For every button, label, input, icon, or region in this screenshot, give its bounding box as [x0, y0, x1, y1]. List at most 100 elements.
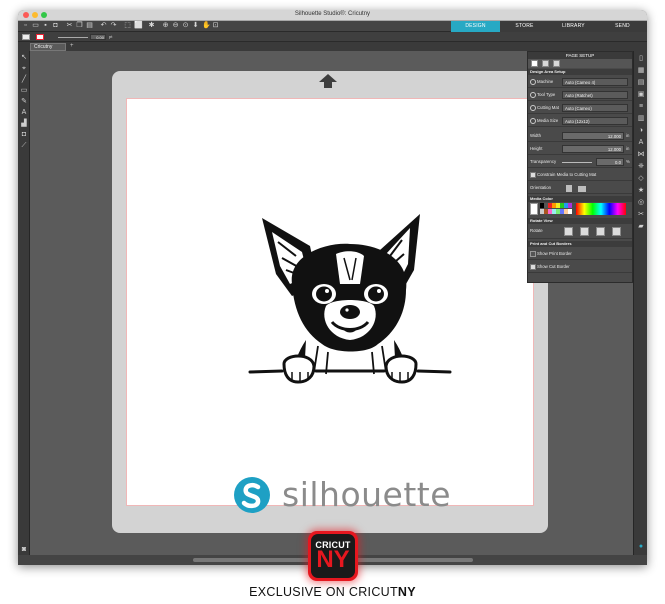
- machine-select[interactable]: Auto (Cameo 4): [562, 78, 628, 86]
- silhouette-logo[interactable]: silhouette: [234, 475, 464, 517]
- transparency-label: Transparency: [530, 159, 557, 164]
- fill-tool-icon[interactable]: ▟: [20, 120, 28, 128]
- cut-icon[interactable]: ✂: [66, 22, 73, 30]
- transparency-slider[interactable]: [562, 162, 592, 163]
- rotate-label: Rotate: [530, 228, 543, 233]
- document-tab[interactable]: Cricutny: [30, 43, 66, 51]
- undo-icon[interactable]: ↶: [100, 22, 107, 30]
- right-panel-toolbar: ▯ ▦ ▤ ▣ ≡ ▥ ◑ A ⋈ ❈ ◇ ★ ◎ ✂ ▰ ●: [633, 51, 647, 565]
- pencil-tool-icon[interactable]: ✎: [20, 98, 28, 106]
- grid-icon[interactable]: ▦: [637, 67, 645, 75]
- page-setup-tabs: [528, 59, 632, 68]
- align-icon[interactable]: ⋈: [637, 151, 645, 159]
- screenshot-stage: Silhouette Studio®: Cricutny ▫ ▭ ▪ ◘ ✂ ❐…: [0, 0, 665, 604]
- deselect-icon[interactable]: ⬜: [134, 22, 143, 30]
- redo-icon[interactable]: ↷: [110, 22, 117, 30]
- white-swatch[interactable]: [568, 209, 572, 214]
- rectangle-tool-icon[interactable]: ▭: [20, 87, 28, 95]
- transparency-field[interactable]: 0.0: [596, 158, 624, 166]
- zoom-fit-icon[interactable]: ⊙: [182, 22, 189, 30]
- media-color-heading: Media Color: [528, 196, 632, 202]
- knife-tool-icon[interactable]: ⟋: [20, 142, 28, 150]
- constrain-checkbox[interactable]: [530, 172, 536, 178]
- text-tool-icon[interactable]: A: [20, 109, 28, 117]
- transparency-unit: %: [626, 159, 630, 164]
- send-panel-icon[interactable]: ▰: [637, 223, 645, 231]
- select-tool-icon[interactable]: ↖: [20, 54, 28, 62]
- zoom-in-icon[interactable]: ⊕: [162, 22, 169, 30]
- background-tab-icon[interactable]: [553, 60, 560, 67]
- fill-color-swatch[interactable]: [22, 34, 30, 40]
- move-down-icon[interactable]: ⬇: [192, 22, 199, 30]
- tab-design[interactable]: DESIGN: [451, 21, 500, 32]
- save-icon[interactable]: ▪: [42, 22, 49, 30]
- transparency-icon[interactable]: ◑: [637, 127, 645, 135]
- color-spectrum[interactable]: [576, 203, 626, 215]
- replicate-icon[interactable]: ❈: [637, 163, 645, 171]
- page-setup-icon[interactable]: ▯: [637, 55, 645, 63]
- layers-icon[interactable]: ▤: [637, 79, 645, 87]
- rotate-90-button[interactable]: [580, 227, 589, 236]
- tab-send[interactable]: SEND: [598, 21, 647, 32]
- paste-icon[interactable]: ▤: [86, 22, 93, 30]
- eraser-tool-icon[interactable]: ◘: [20, 131, 28, 139]
- current-color-swatch[interactable]: [530, 203, 538, 215]
- camera-icon[interactable]: ◙: [20, 546, 28, 554]
- chihuahua-illustration[interactable]: [248, 214, 452, 386]
- purple-swatch[interactable]: [568, 203, 572, 208]
- silhouette-logo-text: silhouette: [282, 475, 452, 514]
- show-print-border-checkbox[interactable]: [530, 251, 536, 257]
- line-style-icon[interactable]: ≡: [637, 103, 645, 111]
- rotate-180-button[interactable]: [596, 227, 605, 236]
- point-edit-tool-icon[interactable]: ⌖: [20, 65, 28, 73]
- zoom-out-icon[interactable]: ⊖: [172, 22, 179, 30]
- constrain-row: Constrain Media to Cutting Mat: [528, 169, 632, 181]
- page-tab-icon[interactable]: [531, 60, 538, 67]
- options-bar: 0.00 pt: [18, 32, 647, 42]
- rotate-0-button[interactable]: [564, 227, 573, 236]
- fill-panel-icon[interactable]: ▣: [637, 91, 645, 99]
- offset-icon[interactable]: ◎: [637, 199, 645, 207]
- show-cut-border-checkbox[interactable]: [530, 264, 536, 270]
- document-tab-strip: Cricutny +: [18, 42, 647, 51]
- new-file-icon[interactable]: ▫: [22, 22, 29, 30]
- text-style-icon[interactable]: A: [637, 139, 645, 147]
- tab-store[interactable]: STORE: [500, 21, 549, 32]
- tool-type-row: Tool Type Auto (Ratchet): [528, 89, 632, 101]
- select-all-icon[interactable]: ⬚: [124, 22, 131, 30]
- height-label: Height: [530, 146, 543, 151]
- width-row: Width 12.000 in: [528, 130, 632, 142]
- library-icon[interactable]: ◘: [52, 22, 59, 30]
- cutting-mat-select[interactable]: Auto (Cameo): [562, 104, 628, 112]
- line-tool-icon[interactable]: ╱: [20, 76, 28, 84]
- tab-library[interactable]: LIBRARY: [549, 21, 598, 32]
- rotate-270-button[interactable]: [612, 227, 621, 236]
- height-unit: in: [626, 146, 630, 151]
- pan-hand-icon[interactable]: ✋: [202, 22, 211, 30]
- landscape-orientation-icon[interactable]: [578, 186, 586, 192]
- line-width-slider[interactable]: [58, 37, 88, 38]
- new-tab-icon[interactable]: +: [70, 43, 74, 49]
- portrait-orientation-icon[interactable]: [566, 185, 572, 192]
- help-icon[interactable]: ●: [637, 543, 645, 551]
- width-unit: in: [626, 133, 630, 138]
- design-page[interactable]: silhouette: [126, 98, 534, 514]
- star-icon[interactable]: ★: [637, 187, 645, 195]
- width-field[interactable]: 12.000: [562, 132, 624, 140]
- grid-tab-icon[interactable]: [542, 60, 549, 67]
- line-width-unit: pt: [109, 34, 113, 39]
- tool-type-select[interactable]: Auto (Ratchet): [562, 91, 628, 99]
- rotate-row: Rotate: [528, 225, 632, 239]
- trace-icon[interactable]: ✂: [637, 211, 645, 219]
- media-color-palette[interactable]: [530, 203, 630, 215]
- open-file-icon[interactable]: ▭: [32, 22, 39, 30]
- line-width-field[interactable]: 0.00: [90, 34, 106, 40]
- height-field[interactable]: 12.000: [562, 145, 624, 153]
- gradient-icon[interactable]: ▥: [637, 115, 645, 123]
- settings-gear-icon[interactable]: ✱: [148, 22, 155, 30]
- modify-icon[interactable]: ◇: [637, 175, 645, 183]
- line-color-swatch[interactable]: [36, 34, 44, 40]
- fit-page-icon[interactable]: ⊡: [212, 22, 219, 30]
- media-size-select[interactable]: Auto (12x12): [562, 117, 628, 125]
- copy-icon[interactable]: ❐: [76, 22, 83, 30]
